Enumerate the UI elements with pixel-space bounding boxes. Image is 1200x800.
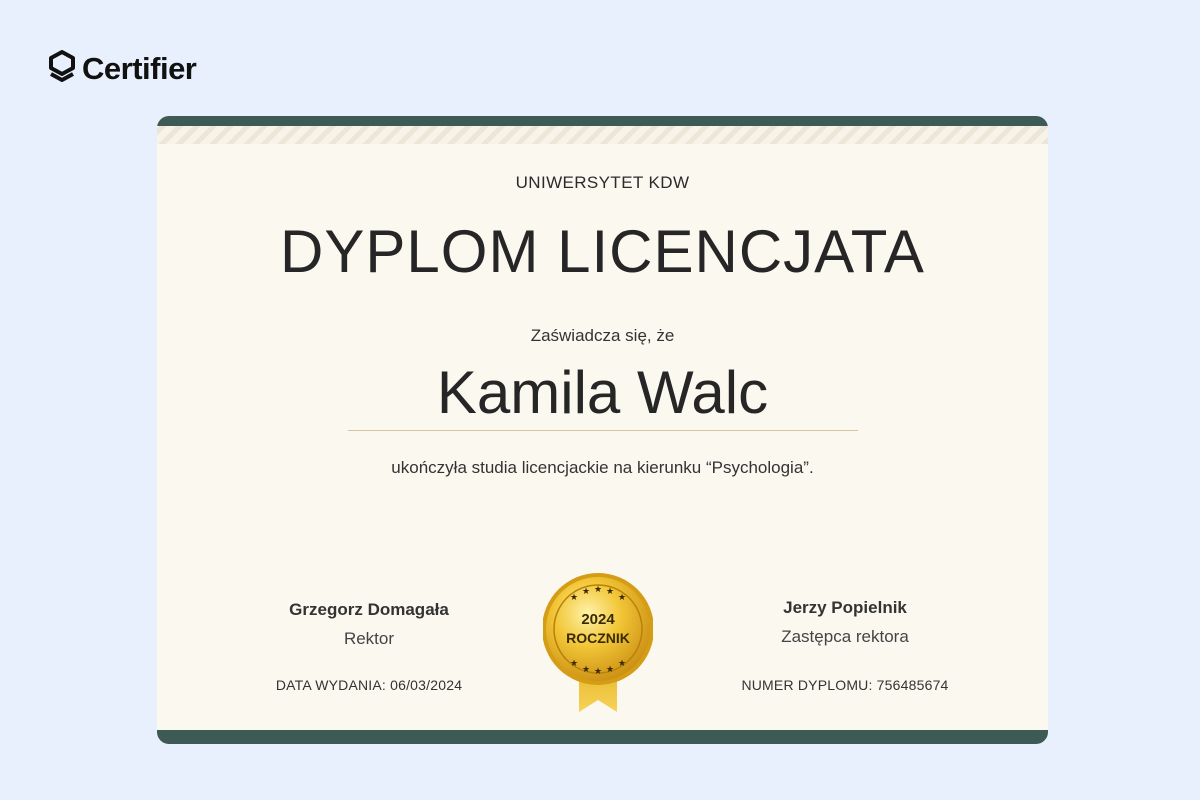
diploma-number: NUMER DYPLOMU: 756485674 xyxy=(741,677,949,693)
completion-statement: ukończyła studia licencjackie na kierunk… xyxy=(391,458,814,477)
signatory-left: Grzegorz Domagała Rektor xyxy=(219,600,519,649)
institution-name: UNIWERSYTET KDW xyxy=(515,173,690,192)
brand-name: Certifier xyxy=(82,51,197,86)
brand: Certifier xyxy=(48,50,197,88)
svg-text:★: ★ xyxy=(594,585,602,595)
svg-text:★: ★ xyxy=(570,659,578,669)
svg-text:★: ★ xyxy=(582,587,590,597)
signatory-left-role: Rektor xyxy=(343,629,395,648)
certificate: UNIWERSYTET KDW DYPLOM LICENCJATA Zaświa… xyxy=(157,116,1048,744)
svg-text:★: ★ xyxy=(618,659,626,669)
svg-text:★: ★ xyxy=(594,667,602,677)
certificate-title: DYPLOM LICENCJATA xyxy=(280,218,925,285)
svg-text:★: ★ xyxy=(618,593,626,603)
certifier-logo-icon xyxy=(49,50,75,82)
bottom-decorative-band xyxy=(157,730,1048,744)
gold-medal-icon: ★ ★ ★ ★ ★ ★ ★ ★ ★ ★ 2024 ROCZNIK xyxy=(543,573,653,712)
top-decorative-band xyxy=(157,116,1048,144)
svg-text:★: ★ xyxy=(606,587,614,597)
seal-badge: ★ ★ ★ ★ ★ ★ ★ ★ ★ ★ 2024 ROCZNIK xyxy=(543,572,653,716)
signatory-right: Jerzy Popielnik Zastępca rektora xyxy=(695,598,995,647)
seal-label: ROCZNIK xyxy=(566,630,630,646)
issue-date: DATA WYDANIA: 06/03/2024 xyxy=(275,677,463,693)
svg-text:★: ★ xyxy=(570,593,578,603)
signatory-right-name: Jerzy Popielnik xyxy=(783,598,907,617)
recipient-name: Kamila Walc xyxy=(436,359,769,426)
seal-year: 2024 xyxy=(581,611,615,628)
intro-text: Zaświadcza się, że xyxy=(530,326,675,345)
svg-text:★: ★ xyxy=(606,665,614,675)
svg-text:★: ★ xyxy=(582,665,590,675)
signatory-right-role: Zastępca rektora xyxy=(781,627,909,646)
name-underline xyxy=(348,430,858,431)
signatory-left-name: Grzegorz Domagała xyxy=(289,600,449,619)
